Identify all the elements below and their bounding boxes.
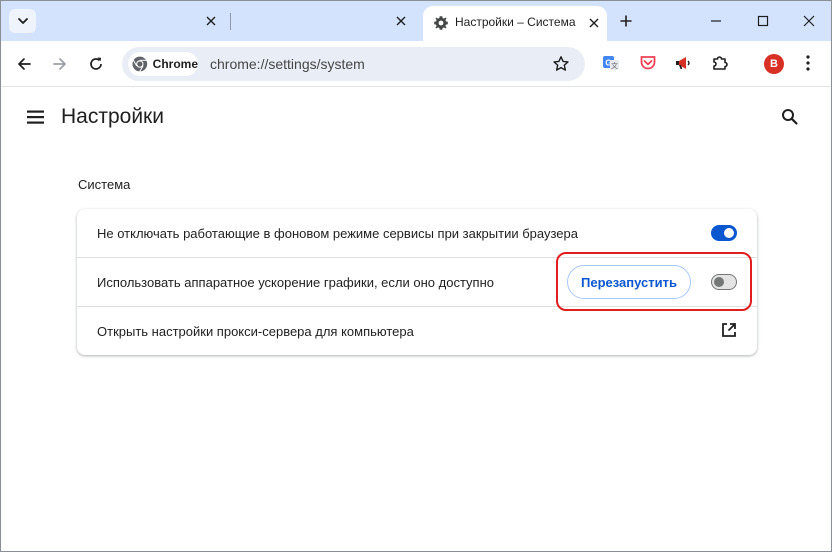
minimize-button[interactable] (707, 12, 725, 30)
reload-button[interactable] (84, 52, 108, 76)
back-button[interactable] (12, 52, 36, 76)
close-icon (803, 15, 815, 27)
background-services-toggle[interactable] (711, 225, 737, 241)
setting-label: Не отключать работающие в фоновом режиме… (97, 226, 578, 241)
pocket-icon[interactable] (638, 53, 658, 73)
tab-settings-label: Настройки – Система (455, 15, 576, 29)
menu-icon[interactable] (26, 109, 46, 125)
more-vert-icon (806, 55, 810, 71)
tab-search-button[interactable] (9, 9, 36, 33)
star-icon[interactable] (552, 55, 570, 73)
arrow-left-icon (18, 58, 31, 70)
search-icon[interactable] (780, 107, 800, 127)
forward-button[interactable] (48, 52, 72, 76)
avatar-initial: B (770, 58, 778, 70)
chevron-down-icon (17, 18, 28, 24)
close-window-button[interactable] (800, 12, 818, 30)
puzzle-icon[interactable] (710, 53, 730, 73)
setting-label: Использовать аппаратное ускорение график… (97, 275, 494, 290)
maximize-button[interactable] (754, 12, 772, 30)
minimize-icon (711, 20, 721, 22)
url-text[interactable]: chrome://settings/system (210, 56, 365, 72)
external-link-icon[interactable] (720, 321, 738, 339)
tab-1[interactable] (41, 6, 221, 41)
toggle-knob (724, 228, 734, 238)
page-title: Настройки (61, 105, 164, 128)
chrome-logo-icon (132, 56, 148, 72)
tab-settings[interactable]: Настройки – Система (423, 6, 607, 41)
svg-text:文: 文 (611, 61, 618, 70)
tab-2[interactable] (233, 6, 413, 41)
gear-icon (433, 15, 449, 36)
site-info-chip[interactable]: Chrome (128, 52, 198, 76)
megaphone-icon[interactable] (673, 53, 693, 73)
close-icon[interactable] (392, 12, 410, 30)
tab-strip: Настройки – Система (1, 1, 831, 41)
tab-divider (230, 13, 231, 30)
setting-label: Открыть настройки прокси-сервера для ком… (97, 324, 414, 339)
red-highlight-box (556, 252, 752, 311)
new-tab-button[interactable] (617, 12, 635, 30)
arrow-right-icon (53, 58, 66, 70)
translate-icon[interactable]: G 文 (601, 53, 621, 73)
address-bar[interactable]: Chrome chrome://settings/system (122, 47, 585, 81)
avatar[interactable]: B (764, 54, 784, 74)
section-title: Система (78, 177, 131, 192)
setting-row-background-services: Не отключать работающие в фоновом режиме… (77, 209, 757, 257)
close-icon[interactable] (202, 12, 220, 30)
setting-row-proxy[interactable]: Открыть настройки прокси-сервера для ком… (77, 306, 757, 354)
browser-window: Настройки – Система Chrome chrome://sett… (0, 0, 832, 552)
maximize-icon (757, 15, 769, 27)
plus-icon (620, 15, 632, 27)
toolbar: Chrome chrome://settings/system (1, 41, 831, 87)
reload-icon (90, 57, 102, 70)
close-icon[interactable] (585, 14, 603, 32)
chip-label: Chrome (152, 57, 198, 71)
menu-button[interactable] (798, 53, 818, 73)
